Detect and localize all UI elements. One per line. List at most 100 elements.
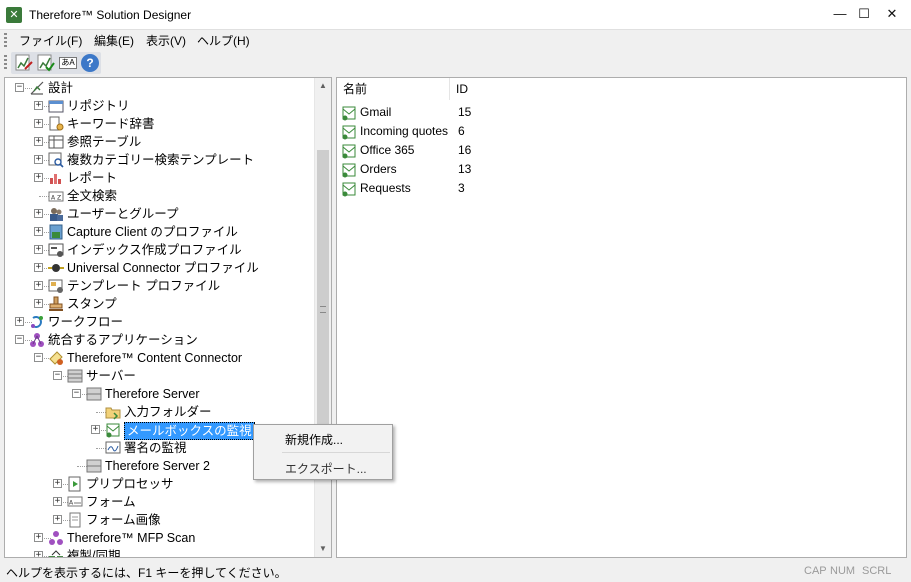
menu-edit[interactable]: 編集(E) (91, 32, 137, 49)
maximize-button[interactable]: ☐ (852, 3, 876, 25)
column-header-name[interactable]: 名前 (337, 78, 450, 100)
expand-icon[interactable]: + (34, 245, 43, 254)
tree-item[interactable]: − 設計 (5, 79, 315, 97)
tree-item[interactable]: + Therefore™ MFP Scan (5, 529, 315, 547)
scroll-down-icon[interactable]: ▼ (315, 541, 331, 557)
collapse-icon[interactable]: − (72, 389, 81, 398)
tree-item[interactable]: − Therefore™ Content Connector (5, 349, 315, 367)
tree-item[interactable]: + インデックス作成プロファイル (5, 241, 315, 259)
tree-pane[interactable]: − 設計 + リポジトリ + キーワード辞書 + 参照テーブル + 複数カテゴリー検索テンプレート… (4, 77, 332, 558)
tree-item-label[interactable]: Universal Connector プロファイル (67, 259, 259, 277)
tree-item-label[interactable]: ユーザーとグループ (67, 205, 179, 223)
expand-icon[interactable]: + (91, 425, 100, 434)
tree-item-label[interactable]: Therefore™ MFP Scan (67, 529, 195, 547)
tree-item[interactable]: + キーワード辞書 (5, 115, 315, 133)
tree-item-label[interactable]: レポート (67, 169, 117, 187)
tree-item-label[interactable]: 複製/同期 (67, 547, 120, 557)
tree-item[interactable]: 入力フォルダー (5, 403, 315, 421)
expand-icon[interactable]: + (34, 209, 43, 218)
list-row[interactable]: Requests 3 (339, 179, 539, 198)
tree-item-label[interactable]: Therefore Server 2 (105, 457, 210, 475)
tree-item[interactable]: + 複製/同期 (5, 547, 315, 557)
tree-item[interactable]: − サーバー (5, 367, 315, 385)
collapse-icon[interactable]: − (53, 371, 62, 380)
tree-item-label[interactable]: 全文検索 (67, 187, 117, 205)
tree-item[interactable]: + A フォーム (5, 493, 315, 511)
tree-item-label[interactable]: リポジトリ (67, 97, 130, 115)
minimize-button[interactable]: — (828, 3, 852, 25)
tree-item-label[interactable]: Therefore™ Content Connector (67, 349, 242, 367)
collapse-icon[interactable]: − (15, 335, 24, 344)
collapse-icon[interactable]: − (34, 353, 43, 362)
tree-item-label[interactable]: フォーム画像 (86, 511, 161, 529)
expand-icon[interactable]: + (34, 227, 43, 236)
tree-scrollbar[interactable]: ▲ ▼ (314, 78, 331, 557)
help-icon[interactable]: ? (81, 54, 99, 72)
tree-item-label[interactable]: キーワード辞書 (67, 115, 155, 133)
list-row[interactable]: Orders 13 (339, 160, 539, 179)
context-menu-new[interactable]: 新規作成... (285, 431, 343, 448)
tree-item-label[interactable]: Capture Client のプロファイル (67, 223, 238, 241)
scroll-thumb[interactable] (317, 150, 329, 470)
expand-icon[interactable]: + (34, 137, 43, 146)
tree-item[interactable]: − Therefore Server (5, 385, 315, 403)
menu-file[interactable]: ファイル(F) (16, 32, 85, 49)
design-check-icon[interactable] (37, 54, 55, 72)
tree-item[interactable]: A Z 全文検索 (5, 187, 315, 205)
collapse-icon[interactable]: − (15, 83, 24, 92)
expand-icon[interactable]: + (34, 263, 43, 272)
expand-icon[interactable]: + (34, 119, 43, 128)
expand-icon[interactable]: + (34, 299, 43, 308)
expand-icon[interactable]: + (34, 101, 43, 110)
tree-item-label[interactable]: プリプロセッサ (86, 475, 174, 493)
tree-item-label[interactable]: フォーム (86, 493, 136, 511)
tree-item-label[interactable]: 設計 (48, 79, 73, 97)
expand-icon[interactable]: + (53, 497, 62, 506)
tree-item[interactable]: + スタンプ (5, 295, 315, 313)
expand-icon[interactable]: + (34, 533, 43, 542)
tree-item-label[interactable]: 複数カテゴリー検索テンプレート (67, 151, 254, 169)
tree-item-label[interactable]: ワークフロー (48, 313, 123, 331)
tree-item-label[interactable]: テンプレート プロファイル (67, 277, 220, 295)
expand-icon[interactable]: + (15, 317, 24, 326)
list-row[interactable]: Office 365 16 (339, 141, 539, 160)
tree-item[interactable]: + ユーザーとグループ (5, 205, 315, 223)
design-edit-icon[interactable] (15, 54, 33, 72)
tree-item-label[interactable]: 統合するアプリケーション (48, 331, 198, 349)
expand-icon[interactable]: + (34, 281, 43, 290)
tree-item[interactable]: + フォーム画像 (5, 511, 315, 529)
menu-view[interactable]: 表示(V) (143, 32, 189, 49)
tree-item[interactable]: + リポジトリ (5, 97, 315, 115)
tree-item-label[interactable]: サーバー (86, 367, 136, 385)
menu-help[interactable]: ヘルプ(H) (194, 32, 253, 49)
context-menu-export[interactable]: エクスポート... (285, 460, 367, 477)
tree-item-label[interactable]: メールボックスの監視 (124, 422, 255, 440)
list-row[interactable]: Incoming quotes 6 (339, 122, 539, 141)
tree-item[interactable]: + 参照テーブル (5, 133, 315, 151)
tree-item-label[interactable]: 入力フォルダー (124, 403, 212, 421)
column-header-id[interactable]: ID (450, 78, 530, 100)
close-button[interactable]: ✕ (880, 3, 904, 25)
tree-item-label[interactable]: インデックス作成プロファイル (67, 241, 242, 259)
replication-icon (49, 550, 63, 557)
tree-item[interactable]: + Universal Connector プロファイル (5, 259, 315, 277)
list-row[interactable]: Gmail 15 (339, 103, 539, 122)
translate-icon[interactable]: あA (59, 57, 77, 69)
scroll-up-icon[interactable]: ▲ (315, 78, 331, 94)
tree-item[interactable]: + テンプレート プロファイル (5, 277, 315, 295)
expand-icon[interactable]: + (34, 551, 43, 557)
tree-item[interactable]: − 統合するアプリケーション (5, 331, 315, 349)
tree-item-label[interactable]: 参照テーブル (67, 133, 141, 151)
tree-item-label[interactable]: 署名の監視 (124, 439, 187, 457)
tree-item-label[interactable]: Therefore Server (105, 385, 199, 403)
tree-item[interactable]: + Capture Client のプロファイル (5, 223, 315, 241)
list-pane[interactable]: 名前 ID Gmail 15 Incoming quotes 6 Office 365 1… (336, 77, 907, 558)
tree-item[interactable]: + レポート (5, 169, 315, 187)
tree-item-label[interactable]: スタンプ (67, 295, 117, 313)
expand-icon[interactable]: + (53, 479, 62, 488)
tree-item[interactable]: + ワークフロー (5, 313, 315, 331)
tree-item[interactable]: + 複数カテゴリー検索テンプレート (5, 151, 315, 169)
expand-icon[interactable]: + (34, 155, 43, 164)
expand-icon[interactable]: + (53, 515, 62, 524)
expand-icon[interactable]: + (34, 173, 43, 182)
